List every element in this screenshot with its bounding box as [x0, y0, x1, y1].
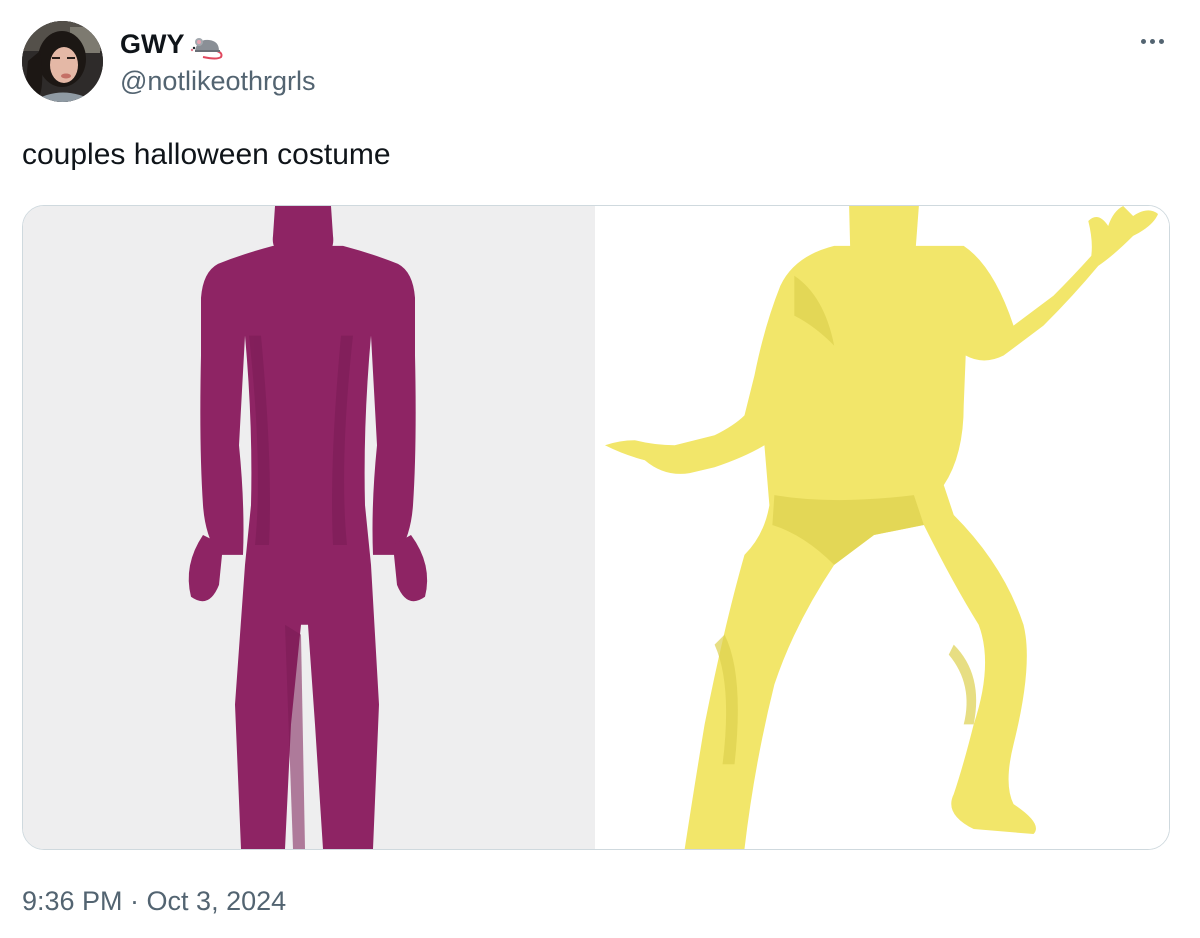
photo-magenta-suit[interactable]: [23, 206, 595, 849]
avatar[interactable]: [22, 21, 103, 102]
author-name-row[interactable]: GWY: [120, 27, 225, 61]
tweet-text: couples halloween costume: [22, 138, 391, 171]
magenta-suit-figure: [23, 206, 595, 849]
tweet: GWY @notlikeothrgrls couples halloween c…: [0, 0, 1200, 938]
more-dot-icon: [1158, 38, 1164, 44]
more-options-button[interactable]: [1132, 28, 1172, 54]
more-dot-icon: [1149, 38, 1155, 44]
yellow-suit-figure: [595, 206, 1169, 849]
display-name[interactable]: GWY: [120, 27, 185, 61]
media-grid[interactable]: [22, 205, 1170, 850]
mouse-emoji-icon: [189, 31, 225, 61]
more-dot-icon: [1140, 38, 1146, 44]
photo-yellow-suit[interactable]: [595, 206, 1169, 849]
tweet-timestamp[interactable]: 9:36 PM · Oct 3, 2024: [22, 884, 286, 918]
author-handle[interactable]: @notlikeothrgrls: [120, 64, 316, 98]
